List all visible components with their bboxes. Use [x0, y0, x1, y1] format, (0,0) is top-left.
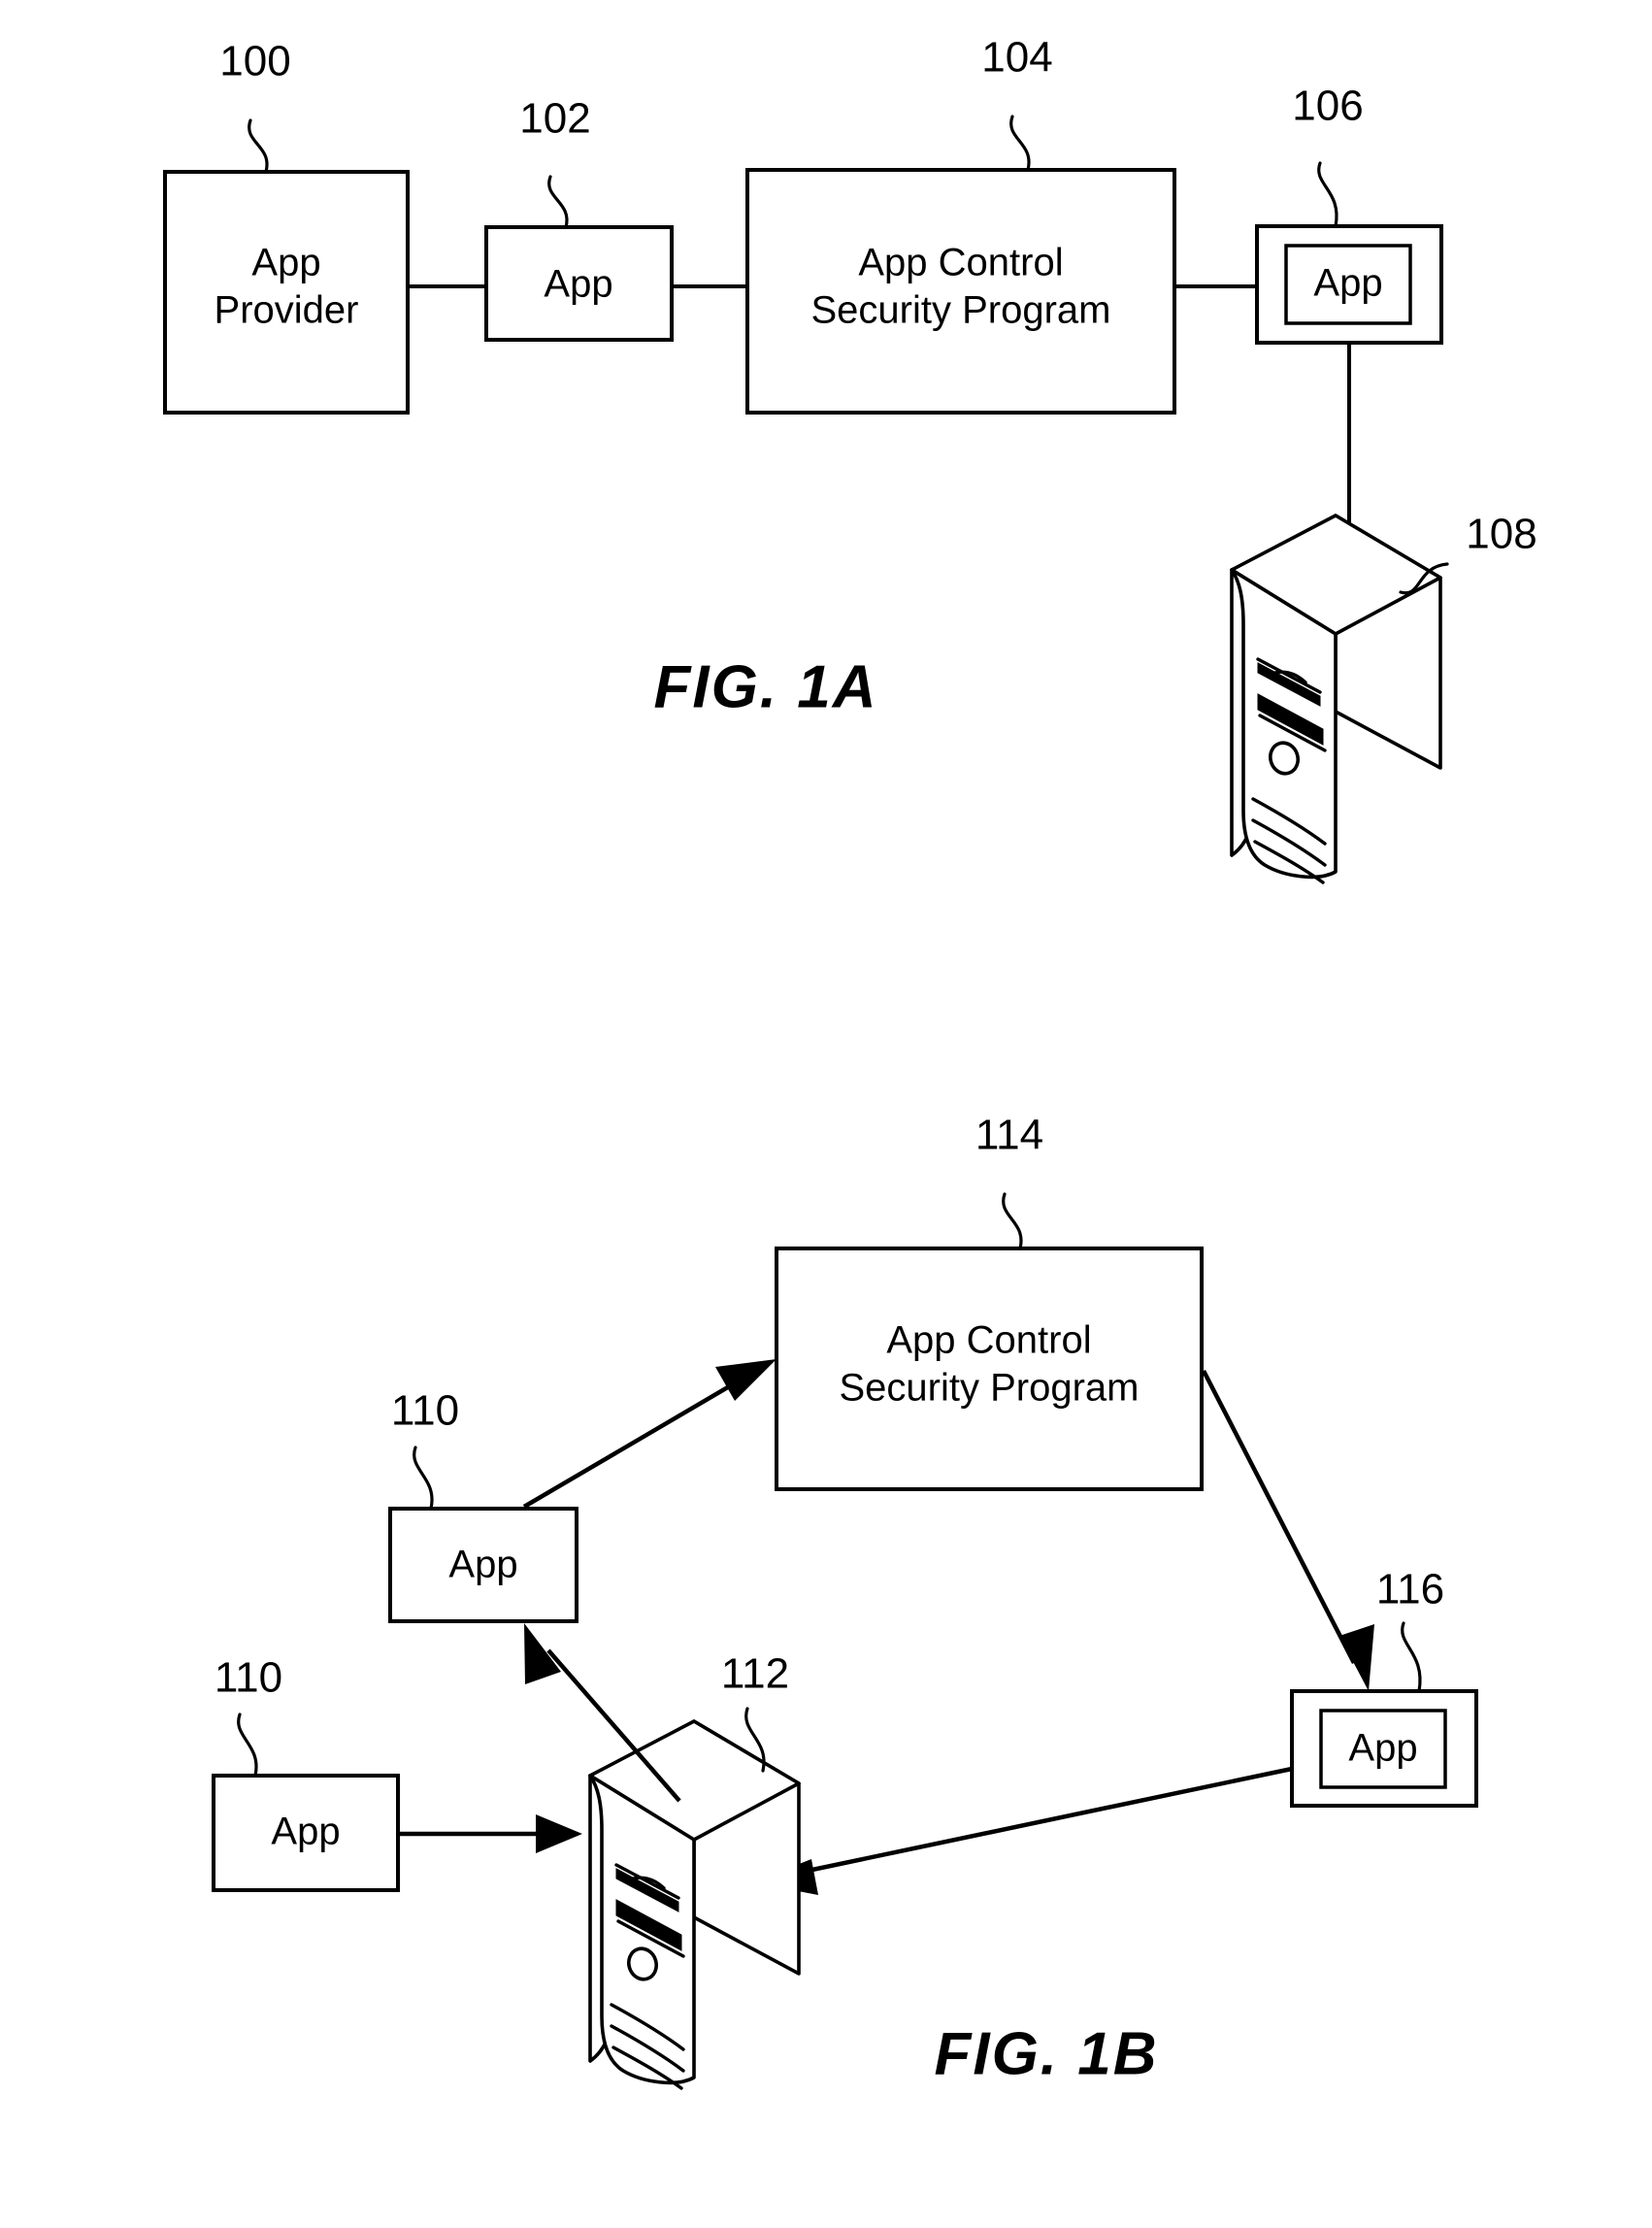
ref-number-114: 114 [975, 1112, 1043, 1159]
app-116-label: App [1348, 1727, 1417, 1770]
app-110-upper-label: App [448, 1544, 517, 1586]
ref-number-102: 102 [519, 95, 590, 143]
ref-number-112: 112 [721, 1650, 789, 1698]
ref-number-100: 100 [219, 38, 290, 85]
node-app-116: App [1290, 1689, 1478, 1808]
figure-1a-caption: FIG. 1A [653, 653, 877, 720]
figure-1b-caption: FIG. 1B [934, 2020, 1158, 2087]
ref-number-104: 104 [981, 34, 1052, 82]
ref-callout-108: 108 [1399, 511, 1537, 595]
security-program-114-label-line1: App Control [886, 1319, 1091, 1362]
app-110-lower-label: App [271, 1811, 340, 1853]
ref-number-116: 116 [1376, 1566, 1444, 1613]
security-program-114-label-line2: Security Program [840, 1367, 1140, 1410]
ref-callout-110-lower: 110 [215, 1654, 282, 1778]
figure-canvas: App Provider 100 App 102 App Control Sec… [163, 34, 1537, 2090]
arrow-app110lower-to-computer112 [398, 1814, 582, 1853]
figure-1a-group: App Provider 100 App 102 App Control Sec… [163, 34, 1537, 884]
ref-number-110-lower: 110 [215, 1654, 282, 1702]
arrow-app116-to-computer112 [752, 1766, 1293, 1895]
security-program-104-label-line1: App Control [858, 242, 1063, 284]
node-app-106: App [1255, 224, 1443, 345]
ref-callout-100: 100 [219, 38, 291, 174]
node-app-provider: App Provider [163, 170, 410, 415]
ref-callout-104: 104 [981, 34, 1053, 172]
ref-callout-114: 114 [975, 1112, 1043, 1250]
node-security-program-104: App Control Security Program [745, 168, 1176, 415]
ref-callout-116: 116 [1376, 1566, 1444, 1693]
ref-callout-102: 102 [519, 95, 591, 229]
ref-callout-106: 106 [1292, 83, 1364, 228]
computer-tower-icon [1230, 514, 1442, 884]
patent-figure-sheet: App Provider 100 App 102 App Control Sec… [0, 0, 1652, 2228]
ref-number-108: 108 [1466, 511, 1536, 558]
app-provider-label-line2: Provider [215, 289, 359, 332]
app-provider-label-line1: App [251, 242, 320, 284]
ref-callout-110-upper: 110 [391, 1387, 459, 1511]
app-106-label: App [1313, 262, 1382, 305]
arrow-app110-to-security114 [522, 1359, 776, 1509]
ref-number-110-upper: 110 [391, 1387, 459, 1435]
node-computer-108 [1230, 514, 1442, 884]
node-app-102: App [484, 225, 674, 342]
node-security-program-114: App Control Security Program [775, 1247, 1204, 1491]
security-program-104-label-line2: Security Program [811, 289, 1111, 332]
app-102-label: App [544, 263, 612, 306]
ref-number-106: 106 [1292, 83, 1363, 130]
node-app-110-lower: App [212, 1774, 400, 1892]
node-app-110-upper: App [388, 1507, 578, 1623]
figure-1b-group: App Control Security Program 114 App 110 [212, 1112, 1478, 2090]
node-computer-112 [588, 1719, 801, 2090]
arrow-security114-to-app116 [1201, 1369, 1374, 1691]
computer-tower-icon [588, 1719, 801, 2090]
